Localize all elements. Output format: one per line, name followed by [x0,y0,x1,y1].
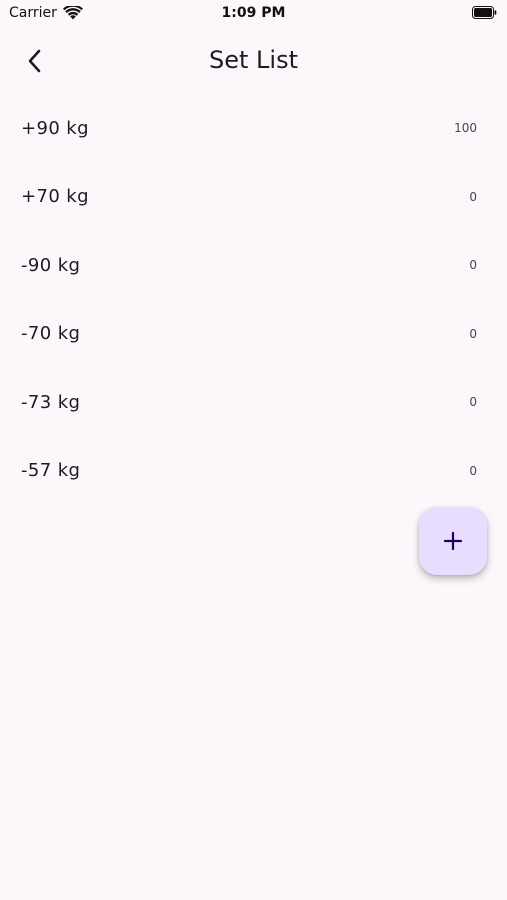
status-time: 1:09 PM [221,5,286,21]
app-header: Set List [0,36,507,86]
set-count: 0 [469,189,477,204]
set-count: 0 [469,395,477,410]
add-set-button[interactable] [419,507,487,575]
set-count: 0 [469,326,477,341]
set-weight: -57 kg [21,460,81,482]
set-row[interactable]: -70 kg 0 [0,300,507,369]
set-count: 0 [469,463,477,478]
plus-icon [443,531,463,551]
set-row[interactable]: -57 kg 0 [0,437,507,506]
set-row[interactable]: -90 kg 0 [0,231,507,300]
set-count: 0 [469,258,477,273]
set-list: +90 kg 100 +70 kg 0 -90 kg 0 -70 kg 0 -7… [0,94,507,505]
set-row[interactable]: +70 kg 0 [0,163,507,232]
set-weight: -73 kg [21,391,81,413]
page-title: Set List [209,46,298,74]
set-weight: +90 kg [21,117,89,139]
set-weight: +70 kg [21,186,89,208]
status-bar: Carrier 1:09 PM [0,0,507,28]
set-weight: -70 kg [21,323,81,345]
set-row[interactable]: +90 kg 100 [0,94,507,163]
set-count: 100 [454,121,477,136]
set-row[interactable]: -73 kg 0 [0,368,507,437]
battery-icon [472,6,497,19]
set-weight: -90 kg [21,254,81,276]
